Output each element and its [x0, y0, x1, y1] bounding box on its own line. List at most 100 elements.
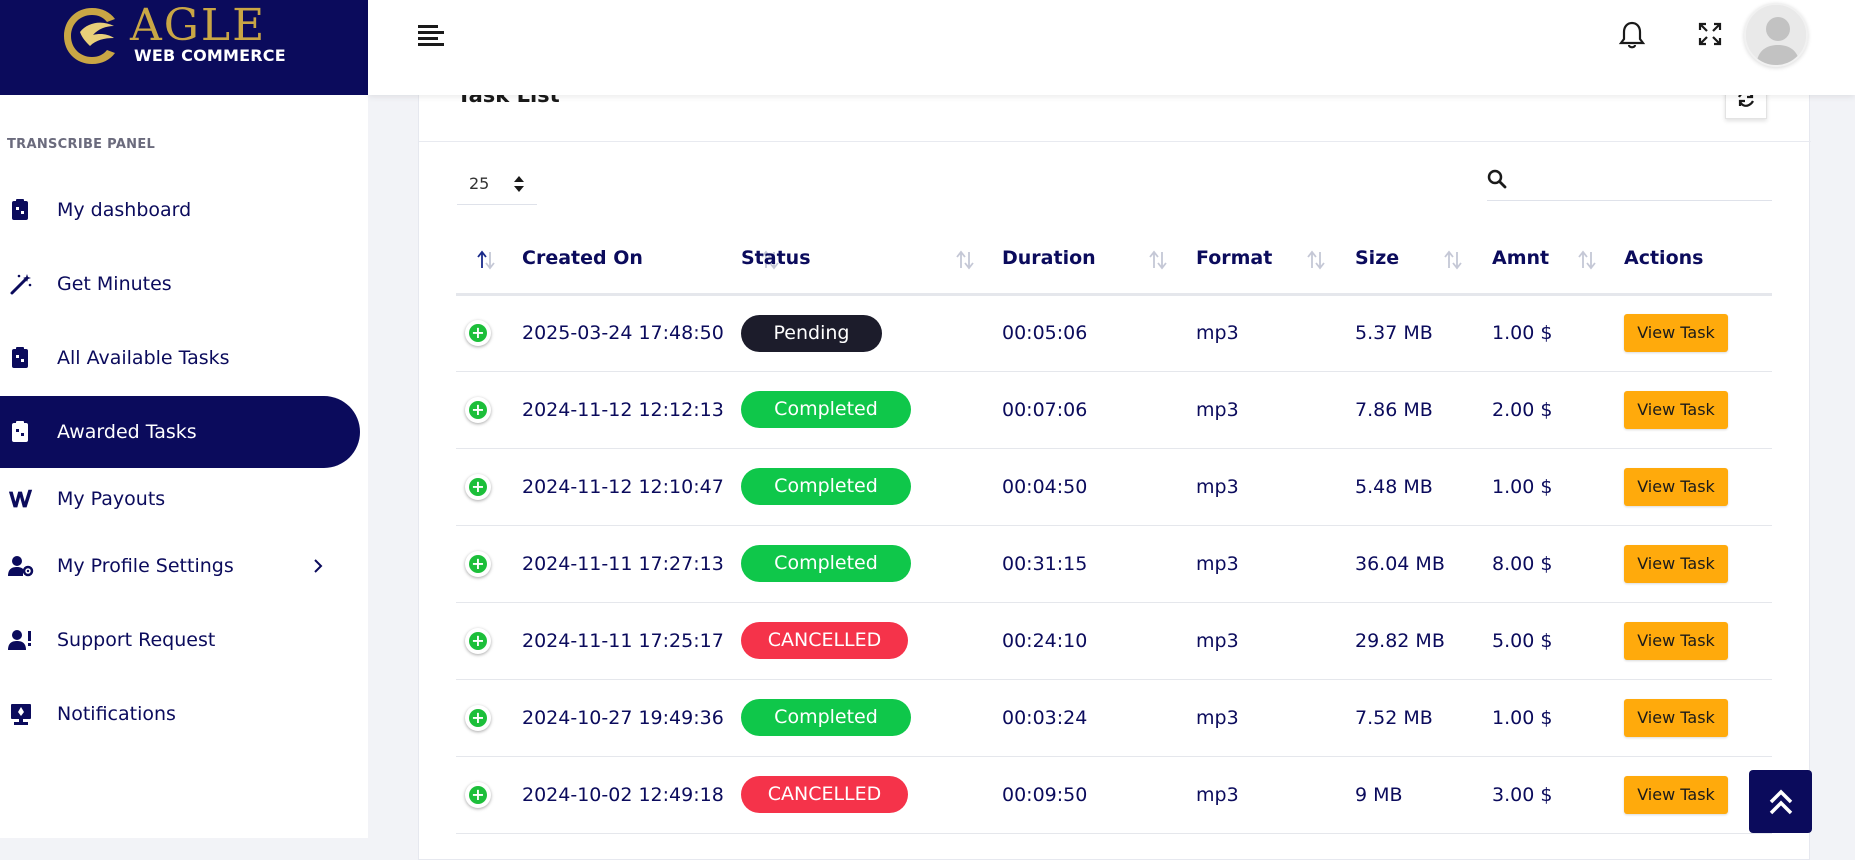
column-header-format[interactable]: Format: [1196, 224, 1355, 296]
expand-row-icon[interactable]: +: [465, 396, 491, 423]
double-chevron-up-icon: [1769, 789, 1792, 814]
chevron-right-icon: [314, 559, 323, 573]
tasks-icon: [8, 345, 34, 371]
sidebar-item-notifications[interactable]: Notifications: [0, 678, 360, 750]
page-size-select[interactable]: 25: [457, 163, 537, 205]
fullscreen-icon[interactable]: [1698, 22, 1722, 46]
view-task-button[interactable]: View Task: [1624, 467, 1728, 506]
page-size-value: 25: [469, 174, 490, 193]
amount-cell: 3.00 $: [1492, 756, 1624, 834]
sidebar-item-my-payouts[interactable]: My Payouts: [0, 463, 360, 535]
duration-cell: 00:03:24: [1002, 679, 1196, 757]
view-task-button[interactable]: View Task: [1624, 698, 1728, 737]
support-icon: [8, 627, 34, 653]
duration-cell: 00:04:50: [1002, 448, 1196, 526]
sidebar-item-label: My dashboard: [57, 199, 192, 221]
table-row: + 2024-10-27 19:49:36 Completed 00:03:24…: [456, 679, 1772, 757]
amount-cell: 1.00 $: [1492, 448, 1624, 526]
duration-cell: 00:07:06: [1002, 371, 1196, 449]
awarded-icon: [8, 419, 34, 445]
column-header-created-on[interactable]: Created On: [522, 224, 779, 296]
expand-row-icon[interactable]: +: [465, 704, 491, 731]
status-badge: Pending: [741, 314, 882, 352]
column-header-actions: Actions: [1624, 224, 1772, 296]
view-task-button[interactable]: View Task: [1624, 775, 1728, 814]
task-table: Created On Status Duration Format Size A…: [456, 224, 1772, 834]
sidebar-item-label: Support Request: [57, 629, 216, 651]
avatar[interactable]: [1744, 3, 1808, 67]
expand-row-icon[interactable]: +: [465, 473, 491, 500]
created-on-cell: 2024-10-27 19:49:36: [522, 679, 741, 757]
user-settings-icon: [8, 553, 34, 579]
amount-cell: 8.00 $: [1492, 525, 1624, 603]
status-badge: Completed: [741, 545, 911, 582]
table-row: + 2024-10-02 12:49:18 CANCELLED 00:09:50…: [456, 756, 1772, 834]
table-row: + 2024-11-12 12:10:47 Completed 00:04:50…: [456, 448, 1772, 526]
menu-icon[interactable]: [418, 24, 446, 48]
top-bar: [368, 0, 1855, 95]
amount-cell: 1.00 $: [1492, 679, 1624, 757]
size-cell: 36.04 MB: [1355, 525, 1492, 603]
sort-arrows-icon: [514, 175, 524, 192]
sidebar-item-support-request[interactable]: Support Request: [0, 604, 360, 676]
sidebar-item-my-dashboard[interactable]: My dashboard: [0, 174, 360, 246]
sidebar-item-my-profile-settings[interactable]: My Profile Settings: [0, 530, 360, 602]
view-task-button[interactable]: View Task: [1624, 390, 1728, 429]
status-badge: Completed: [741, 468, 911, 505]
format-cell: mp3: [1196, 525, 1355, 603]
search-input[interactable]: [1517, 165, 1767, 195]
format-cell: mp3: [1196, 602, 1355, 680]
duration-cell: 00:31:15: [1002, 525, 1196, 603]
sidebar-item-awarded-tasks[interactable]: Awarded Tasks: [0, 396, 360, 468]
format-cell: mp3: [1196, 371, 1355, 449]
view-task-button[interactable]: View Task: [1624, 621, 1728, 660]
sidebar-item-label: Awarded Tasks: [57, 421, 197, 443]
logo[interactable]: AGLE WEB COMMERCE: [0, 0, 368, 95]
sidebar-item-label: Get Minutes: [57, 273, 172, 295]
table-row: + 2024-11-11 17:27:13 Completed 00:31:15…: [456, 525, 1772, 603]
view-task-button[interactable]: View Task: [1624, 544, 1728, 583]
logo-subtitle: WEB COMMERCE: [134, 46, 286, 65]
status-badge: Completed: [741, 699, 911, 736]
sort-icon: [1578, 250, 1596, 270]
format-cell: mp3: [1196, 679, 1355, 757]
amount-cell: 5.00 $: [1492, 602, 1624, 680]
status-badge: CANCELLED: [741, 776, 908, 813]
notifications-icon: [8, 701, 34, 727]
expand-row-icon[interactable]: +: [465, 627, 491, 654]
expand-row-icon[interactable]: +: [465, 781, 491, 808]
sidebar-item-get-minutes[interactable]: Get Minutes: [0, 248, 360, 320]
expand-row-icon[interactable]: +: [465, 320, 491, 346]
format-cell: mp3: [1196, 448, 1355, 526]
logo-word: AGLE: [130, 0, 267, 51]
created-on-cell: 2024-11-12 12:12:13: [522, 371, 741, 449]
table-header-row: Created On Status Duration Format Size A…: [456, 224, 1772, 296]
sidebar-item-label: Notifications: [57, 703, 176, 725]
duration-cell: 00:09:50: [1002, 756, 1196, 834]
search-box: [1487, 161, 1772, 201]
sidebar: AGLE WEB COMMERCE TRANSCRIBE PANEL My da…: [0, 0, 368, 838]
expand-row-icon[interactable]: +: [465, 550, 491, 577]
size-cell: 9 MB: [1355, 756, 1492, 834]
sidebar-item-label: My Payouts: [57, 488, 166, 510]
created-on-cell: 2025-03-24 17:48:50: [522, 294, 741, 372]
created-on-cell: 2024-11-11 17:27:13: [522, 525, 741, 603]
column-header-expand[interactable]: [456, 224, 522, 296]
column-header-amnt[interactable]: Amnt: [1492, 224, 1624, 296]
status-badge: CANCELLED: [741, 622, 908, 659]
search-icon: [1487, 169, 1507, 189]
sidebar-item-all-available-tasks[interactable]: All Available Tasks: [0, 322, 360, 394]
magic-wand-icon: [8, 271, 34, 297]
bell-icon[interactable]: [1618, 20, 1646, 50]
payouts-icon: [8, 486, 34, 512]
user-avatar-icon: [1746, 5, 1806, 65]
size-cell: 7.52 MB: [1355, 679, 1492, 757]
view-task-button[interactable]: View Task: [1624, 314, 1728, 352]
column-header-size[interactable]: Size: [1355, 224, 1492, 296]
scroll-to-top-button[interactable]: [1749, 770, 1812, 833]
eagle-logo-icon: [64, 8, 115, 64]
dashboard-icon: [8, 197, 34, 223]
column-header-duration[interactable]: Duration: [1002, 224, 1196, 296]
column-header-status[interactable]: Status: [741, 224, 1002, 296]
amount-cell: 1.00 $: [1492, 294, 1624, 372]
